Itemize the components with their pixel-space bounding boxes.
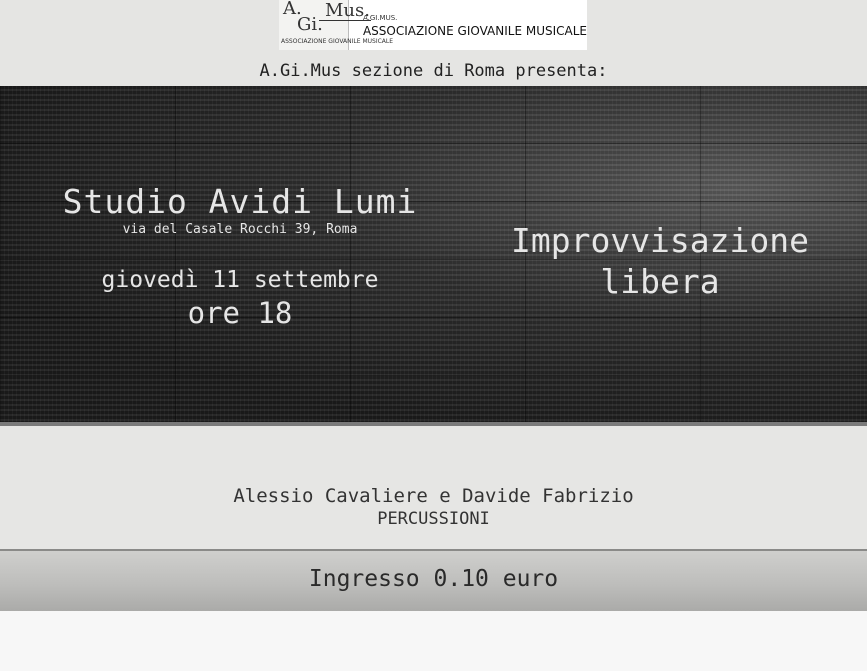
event-title-line2: libera xyxy=(600,262,720,301)
venue-address: via del Casale Rocchi 39, Roma xyxy=(122,222,358,237)
logo-abbrev: A.GI.MUS. xyxy=(362,14,398,22)
logo-mark: A. Gi. Mus. ASSOCIAZIONE GIOVANILE MUSIC… xyxy=(279,0,393,50)
logo-mark-mus: Mus. xyxy=(325,0,370,21)
logo-full-name: ASSOCIAZIONE GIOVANILE MUSICALE xyxy=(362,24,587,38)
logo-mark-subtitle: ASSOCIAZIONE GIOVANILE MUSICALE xyxy=(281,38,394,45)
venue-name: Studio Avidi Lumi xyxy=(62,182,418,221)
performers: Alessio Cavaliere e Davide Fabrizio xyxy=(233,485,634,507)
event-time: ore 18 xyxy=(187,296,293,330)
logo-mark-gi: Gi. xyxy=(297,14,323,35)
event-banner: Studio Avidi Lumi via del Casale Rocchi … xyxy=(0,86,867,426)
agimus-logo: A. Gi. Mus. ASSOCIAZIONE GIOVANILE MUSIC… xyxy=(279,0,587,50)
footer xyxy=(0,611,867,671)
logo-divider xyxy=(319,20,371,21)
instrument: PERCUSSIONI xyxy=(377,509,490,529)
event-date: giovedì 11 settembre xyxy=(101,267,379,293)
presenter-line: A.Gi.Mus sezione di Roma presenta: xyxy=(259,61,608,81)
entry-fee: Ingresso 0.10 euro xyxy=(308,566,559,592)
event-title-line1: Improvvisazione xyxy=(510,221,809,260)
